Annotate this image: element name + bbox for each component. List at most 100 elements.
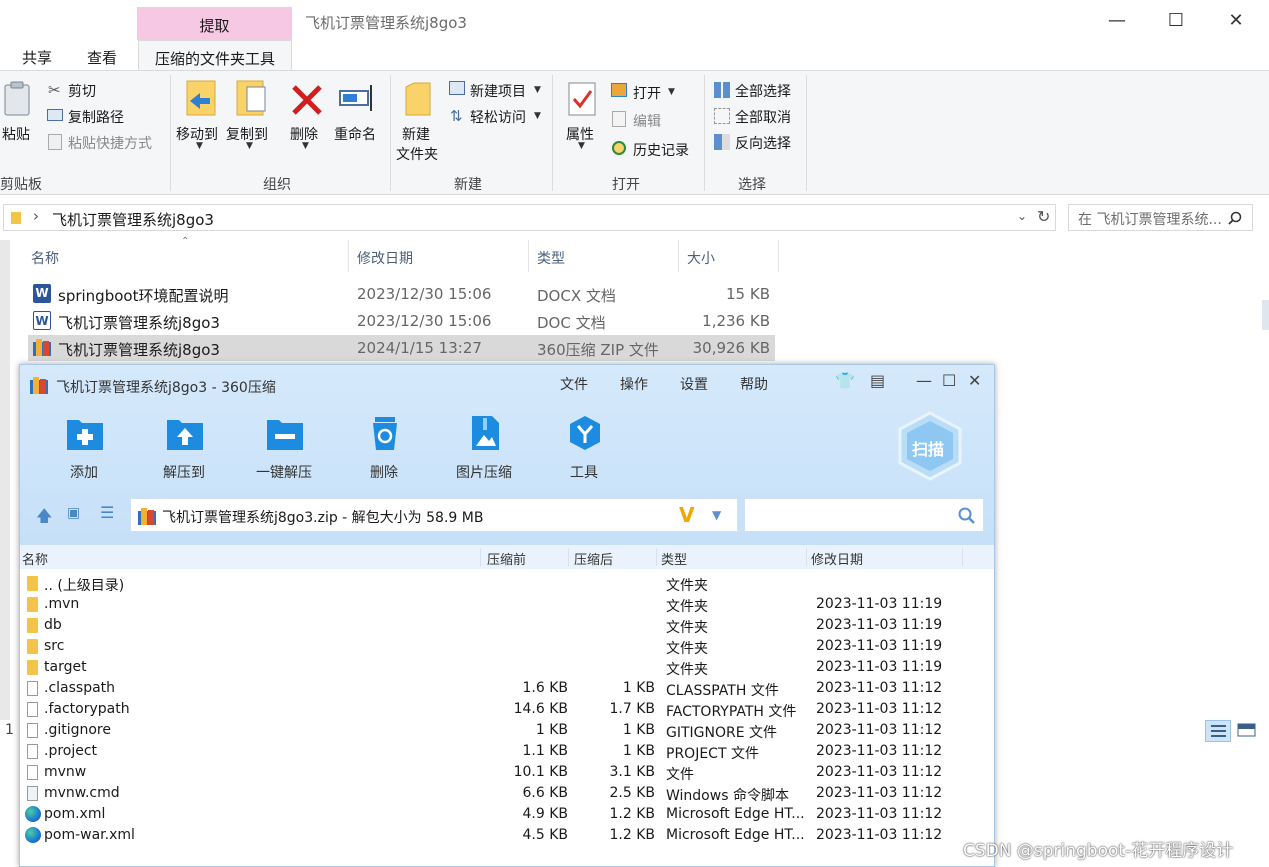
recycle-bin-icon <box>373 417 397 450</box>
new-item-button[interactable]: 新建项目 <box>470 81 526 101</box>
menu-operation[interactable]: 操作 <box>620 374 648 394</box>
column-divider[interactable] <box>348 240 349 272</box>
file-icon <box>27 744 38 759</box>
easy-access-button[interactable]: 轻松访问 <box>470 107 526 127</box>
rename-button[interactable]: 重命名 <box>334 124 376 144</box>
history-button[interactable]: 历史记录 <box>633 140 689 160</box>
word-docx-icon: W <box>33 284 51 303</box>
copy-path-button[interactable]: 复制路径 <box>68 107 124 127</box>
tab-view[interactable]: 查看 <box>87 47 117 68</box>
close-button[interactable]: ✕ <box>968 371 981 390</box>
column-divider[interactable] <box>806 548 807 566</box>
minimize-button[interactable]: — <box>916 371 932 390</box>
paste-shortcut-button[interactable]: 粘贴快捷方式 <box>68 133 152 153</box>
tab-share[interactable]: 共享 <box>22 47 52 68</box>
up-arrow-icon[interactable]: 🡅 <box>36 505 52 532</box>
feedback-icon[interactable]: ▤ <box>870 371 885 390</box>
open-button[interactable]: 打开 <box>633 83 661 103</box>
column-divider[interactable] <box>528 240 529 272</box>
chevron-right-icon[interactable]: › <box>33 207 39 225</box>
archive-row[interactable]: .classpath 1.6 KB 1 KB CLASSPATH 文件 2023-11-… <box>20 678 994 699</box>
archive-row[interactable]: target 文件夹 2023-11-03 11:19 <box>20 657 994 678</box>
archive-row[interactable]: db 文件夹 2023-11-03 11:19 <box>20 615 994 636</box>
archive-search-input[interactable] <box>744 498 984 532</box>
address-path[interactable]: 飞机订票管理系统j8go3 <box>52 209 214 230</box>
tab-compressed-folder-tools[interactable]: 压缩的文件夹工具 <box>138 40 292 71</box>
archive-row[interactable]: .gitignore 1 KB 1 KB GITIGNORE 文件 2023-11-03… <box>20 720 994 741</box>
file-icon <box>27 681 38 696</box>
archive-row[interactable]: pom.xml 4.9 KB 1.2 KB Microsoft Edge HT... 2… <box>20 804 994 825</box>
select-none-button[interactable]: 全部取消 <box>735 107 791 127</box>
paste-button[interactable]: 粘贴 <box>2 124 30 144</box>
column-type[interactable]: 类型 <box>537 248 565 268</box>
menu-help[interactable]: 帮助 <box>740 374 768 394</box>
archive-path-bar[interactable]: 飞机订票管理系统j8go3.zip - 解包大小为 58.9 MB V ▼ <box>130 498 738 532</box>
column-divider[interactable] <box>962 548 963 566</box>
refresh-icon[interactable]: ↻ <box>1037 207 1050 226</box>
rename-icon[interactable] <box>338 83 378 113</box>
file-type: DOC 文档 <box>537 314 606 332</box>
minimize-button[interactable]: — <box>1094 8 1140 36</box>
properties-icon[interactable] <box>567 81 597 117</box>
column-divider[interactable] <box>778 240 779 272</box>
folder-icon <box>27 597 38 612</box>
maximize-button[interactable]: ☐ <box>942 371 956 390</box>
file-row[interactable]: W springboot环境配置说明 2023/12/30 15:06 DOCX… <box>28 281 775 307</box>
search-icon[interactable] <box>958 507 976 525</box>
easy-access-icon: ⇅ <box>450 107 463 125</box>
column-name[interactable]: 名称 <box>22 549 48 568</box>
address-bar[interactable]: › 飞机订票管理系统j8go3 ⌄ ↻ <box>3 204 1056 231</box>
new-folder-label-1[interactable]: 新建 <box>402 124 430 144</box>
edit-button[interactable]: 编辑 <box>633 111 661 131</box>
column-date[interactable]: 修改日期 <box>357 248 413 268</box>
entry-size: 4.5 KB <box>522 827 569 843</box>
extract-context-tab[interactable]: 提取 <box>137 7 292 40</box>
cut-button[interactable]: 剪切 <box>68 81 96 101</box>
archive-row[interactable]: .mvn 文件夹 2023-11-03 11:19 <box>20 594 994 615</box>
select-all-button[interactable]: 全部选择 <box>735 81 791 101</box>
menu-file[interactable]: 文件 <box>560 374 588 394</box>
archive-row[interactable]: src 文件夹 2023-11-03 11:19 <box>20 636 994 657</box>
list-view-icon[interactable]: ☰ <box>100 503 114 522</box>
column-packed[interactable]: 压缩后 <box>574 549 613 568</box>
maximize-button[interactable]: ☐ <box>1153 8 1199 36</box>
archive-row[interactable]: mvnw.cmd 6.6 KB 2.5 KB Windows 命令脚本 2023-11-… <box>20 783 994 804</box>
v-logo-icon[interactable]: V <box>679 503 694 527</box>
column-name[interactable]: 名称 <box>31 248 59 268</box>
close-button[interactable]: ✕ <box>1213 8 1259 36</box>
file-icon <box>27 723 38 738</box>
move-to-icon[interactable] <box>184 79 220 119</box>
column-size[interactable]: 大小 <box>687 248 715 268</box>
new-folder-icon[interactable] <box>404 81 432 117</box>
column-divider[interactable] <box>656 548 657 566</box>
skin-icon[interactable]: 👕 <box>835 371 855 390</box>
archive-row[interactable]: pom-war.xml 4.5 KB 1.2 KB Microsoft Edge HT… <box>20 825 994 846</box>
archive-row[interactable]: mvnw 10.1 KB 3.1 KB 文件 2023-11-03 11:12 <box>20 762 994 783</box>
archive-row[interactable]: .project 1.1 KB 1 KB PROJECT 文件 2023-11-03 1… <box>20 741 994 762</box>
copy-to-icon[interactable] <box>234 79 270 119</box>
delete-icon[interactable] <box>290 83 324 117</box>
clipboard-paste-icon[interactable] <box>2 81 32 117</box>
details-view-button[interactable] <box>1205 720 1231 742</box>
dropdown-arrow-icon[interactable]: ▼ <box>712 508 721 522</box>
thumbnail-view-icon[interactable]: ▣ <box>67 505 80 521</box>
column-date[interactable]: 修改日期 <box>811 549 863 568</box>
chevron-down-icon[interactable]: ⌄ <box>1017 209 1027 223</box>
archive-row[interactable]: .factorypath 14.6 KB 1.7 KB FACTORYPATH 文件 2… <box>20 699 994 720</box>
column-divider[interactable] <box>678 240 679 272</box>
menu-settings[interactable]: 设置 <box>680 374 708 394</box>
large-icons-view-button[interactable] <box>1235 720 1259 742</box>
column-type[interactable]: 类型 <box>661 549 687 568</box>
search-box[interactable]: 在 飞机订票管理系统... <box>1068 204 1253 231</box>
archive-row[interactable]: .. (上级目录) 文件夹 <box>20 573 994 594</box>
new-folder-label-2[interactable]: 文件夹 <box>396 144 438 164</box>
column-divider[interactable] <box>480 548 481 566</box>
entry-name: .gitignore <box>44 722 111 738</box>
file-row-selected[interactable]: 飞机订票管理系统j8go3 2024/1/15 13:27 360压缩 ZIP … <box>28 335 775 361</box>
column-divider[interactable] <box>568 548 569 566</box>
search-icon[interactable] <box>1228 211 1242 225</box>
entry-date: 2023-11-03 11:12 <box>816 743 943 759</box>
invert-selection-button[interactable]: 反向选择 <box>735 133 791 153</box>
file-row[interactable]: W 飞机订票管理系统j8go3 2023/12/30 15:06 DOC 文档 … <box>28 308 775 334</box>
column-size[interactable]: 压缩前 <box>487 549 526 568</box>
